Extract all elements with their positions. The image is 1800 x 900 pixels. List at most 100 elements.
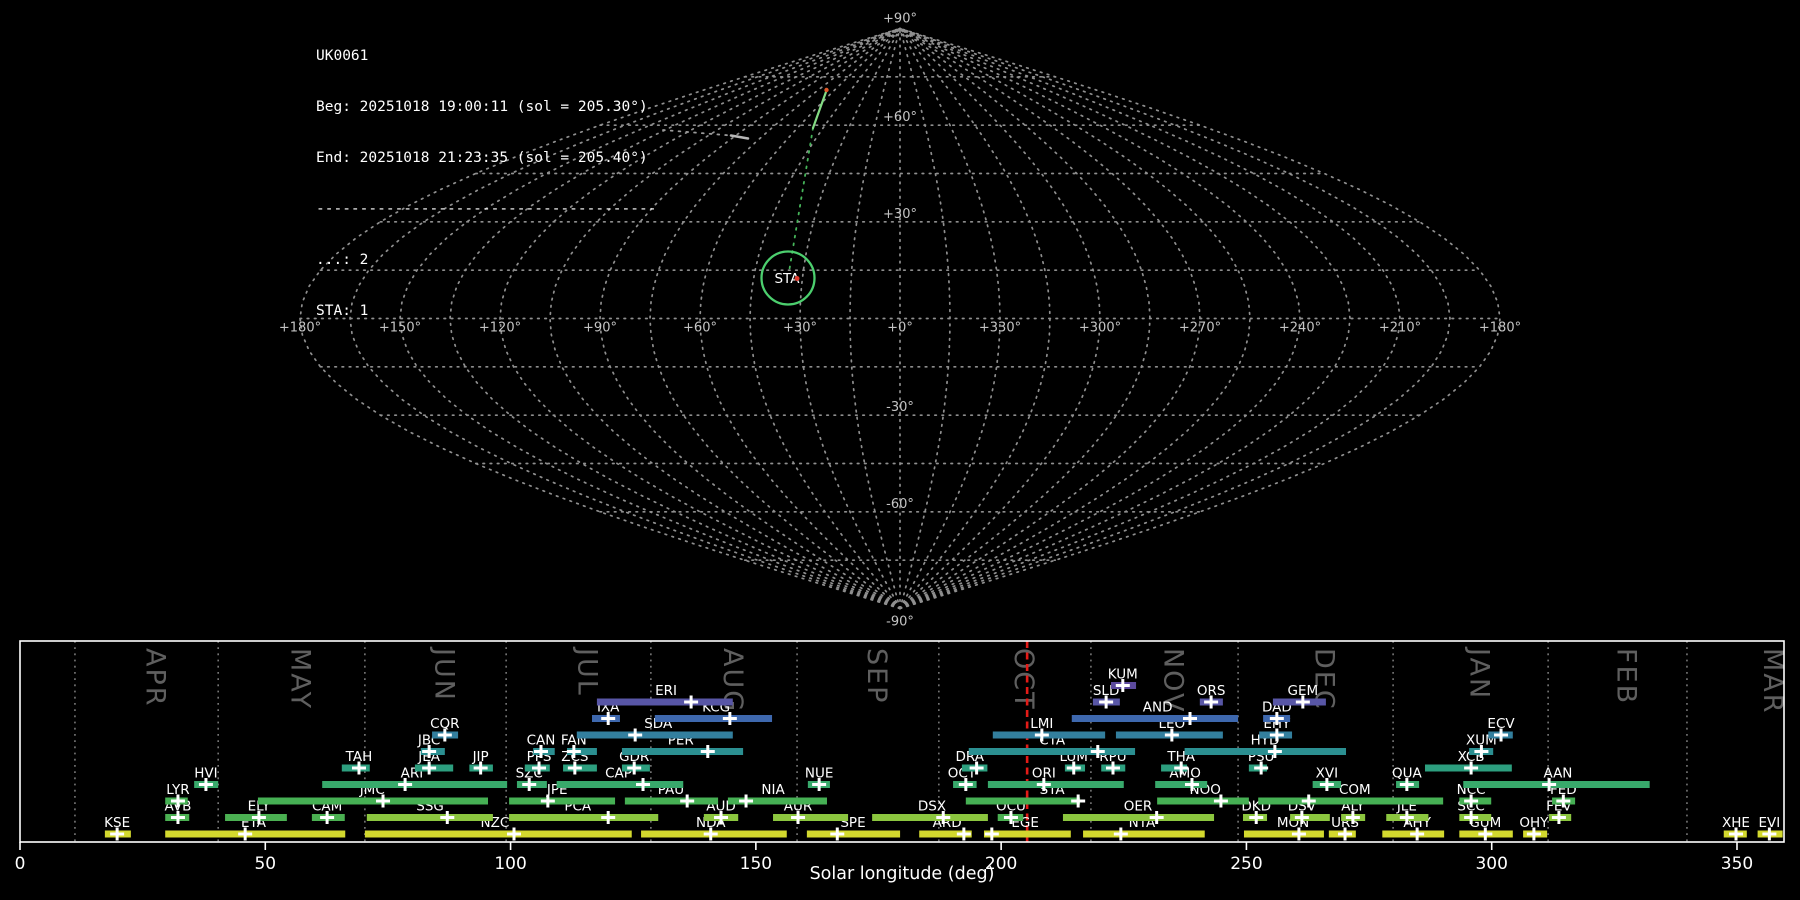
shower-bar-AAN <box>1463 781 1650 788</box>
shower-label-ERI: ERI <box>655 683 677 699</box>
x-tick-label: 300 <box>1475 854 1507 874</box>
month-label: SEP <box>861 648 892 704</box>
shower-label-LYR: LYR <box>166 782 189 798</box>
shower-label-KSE: KSE <box>104 815 130 831</box>
shower-label-EVI: EVI <box>1758 815 1780 831</box>
shower-bar-NOO <box>1157 797 1249 805</box>
classified-meteor-STA-extension <box>788 127 814 273</box>
shower-bar-STA <box>965 797 1081 805</box>
x-tick-label: 350 <box>1721 854 1753 874</box>
shower-bar-ETA <box>165 830 346 838</box>
x-tick-label: 100 <box>494 854 526 874</box>
sporadic-meteor-extension <box>662 129 732 137</box>
shower-bar-ERI <box>596 698 733 706</box>
station-id: UK0061 <box>316 48 369 64</box>
lon-label: +270° <box>1179 321 1221 336</box>
shower-label-CQR: CQR <box>430 716 459 732</box>
begin-time: Beg: 20251018 19:00:11 (sol = 205.30°) <box>316 99 648 115</box>
shower-label-ORS: ORS <box>1197 683 1226 699</box>
month-label: JUN <box>429 646 460 702</box>
shower-bar-JMC <box>257 797 489 805</box>
x-axis-title: Solar longitude (deg) <box>810 864 995 884</box>
shower-bar-JPE <box>509 797 616 805</box>
x-tick-label: 50 <box>254 854 276 874</box>
activity-timeline-chart: APR MAY JUN JUL AUG SEP OCT NOV DEC JAN FEB MARKSE E… <box>15 640 1788 874</box>
shower-label-OHY: OHY <box>1519 815 1549 831</box>
month-label: JAN <box>1464 646 1495 700</box>
lon-label: +60° <box>683 321 717 336</box>
shower-label-DSX: DSX <box>918 799 946 815</box>
grid-meridian <box>899 27 1151 610</box>
shower-bar-HYD <box>1184 748 1347 755</box>
lon-label: +30° <box>783 321 817 336</box>
shower-bar-KCG <box>654 715 773 722</box>
count-sta: STA: 1 <box>316 303 369 319</box>
lon-label: +240° <box>1279 321 1321 336</box>
shower-bar-LMI <box>992 731 1106 739</box>
shower-label-OER: OER <box>1124 799 1153 815</box>
classified-meteor-STA-tip <box>824 87 829 93</box>
shower-label-AND: AND <box>1143 700 1173 716</box>
shower-bar-ARI <box>322 781 508 788</box>
shower-label-NUE: NUE <box>805 766 834 782</box>
shower-bar-CAP <box>556 781 684 788</box>
month-label: OCT <box>1008 648 1039 711</box>
shower-bar-COM <box>1258 797 1444 805</box>
shower-label-COM: COM <box>1339 782 1371 798</box>
lat-label: +60° <box>883 110 917 125</box>
observation-header: UK0061 Beg: 20251018 19:00:11 (sol = 205… <box>316 14 656 337</box>
shower-label-ECV: ECV <box>1487 716 1515 732</box>
lat-label: -30° <box>886 400 914 415</box>
peak-marker-NTA <box>1113 827 1128 841</box>
shower-label-AAN: AAN <box>1543 766 1572 782</box>
lon-label: +180° <box>1479 321 1521 336</box>
shower-bar-CTA <box>968 748 1136 755</box>
shower-bar-NZC <box>364 830 632 838</box>
shower-bar-OER <box>1062 814 1215 821</box>
shower-label-TAH: TAH <box>345 749 373 765</box>
shower-bar-SSG <box>366 814 493 821</box>
x-tick-label: 0 <box>15 854 26 874</box>
grid-meridian <box>899 27 1251 610</box>
shower-label-ORI: ORI <box>1032 766 1056 782</box>
month-label: MAY <box>285 648 316 710</box>
radiant-map-and-activity-chart: +180° +150° +120° +90° +60° +30° +0° +330° +300°… <box>15 12 1788 885</box>
peak-marker-ERI <box>684 695 699 709</box>
shower-bar-AND <box>1071 715 1239 722</box>
sporadic-meteor-trail <box>729 134 750 140</box>
end-time: End: 20251018 21:23:35 (sol = 205.40°) <box>316 150 648 166</box>
shower-bar-PCA <box>509 814 659 821</box>
lat-label: +30° <box>883 207 917 222</box>
shower-bar-NTA <box>1083 830 1205 838</box>
shower-label-XHE: XHE <box>1722 815 1750 831</box>
shower-label-GEM: GEM <box>1288 683 1319 699</box>
peak-marker-SDA <box>628 728 643 742</box>
shower-label-XVI: XVI <box>1316 766 1338 782</box>
shower-bar-SDA <box>576 731 733 739</box>
month-label: APR <box>140 648 171 708</box>
shower-bar-SPE <box>806 830 901 838</box>
month-label: JUL <box>572 646 603 697</box>
lat-label: -60° <box>886 497 914 512</box>
lon-label: +300° <box>1079 321 1121 336</box>
x-tick-label: 250 <box>1230 854 1262 874</box>
header-separator: --------------------------------------- <box>316 201 657 217</box>
peak-marker-EGE <box>984 827 999 841</box>
month-label: FEB <box>1611 648 1642 705</box>
shower-bar-PAU <box>624 797 719 805</box>
lon-label: +210° <box>1379 321 1421 336</box>
shower-label-KUM: KUM <box>1108 667 1138 683</box>
shower-bar-AUR <box>773 814 849 821</box>
shower-bar-MON <box>1243 830 1324 838</box>
shower-bar-AMO <box>1155 781 1208 788</box>
lat-label: -90° <box>886 615 914 630</box>
lat-label: +90° <box>883 12 917 27</box>
shower-bar-ORI <box>987 781 1124 788</box>
peak-marker-NIA <box>739 794 754 808</box>
shower-label-JIP: JIP <box>472 749 489 765</box>
peak-marker-PCA <box>601 811 616 824</box>
shower-bar-DSX <box>872 814 988 821</box>
shower-label-NIA: NIA <box>761 782 785 798</box>
lon-label: +0° <box>887 321 913 336</box>
peak-marker-STA <box>1071 794 1086 808</box>
